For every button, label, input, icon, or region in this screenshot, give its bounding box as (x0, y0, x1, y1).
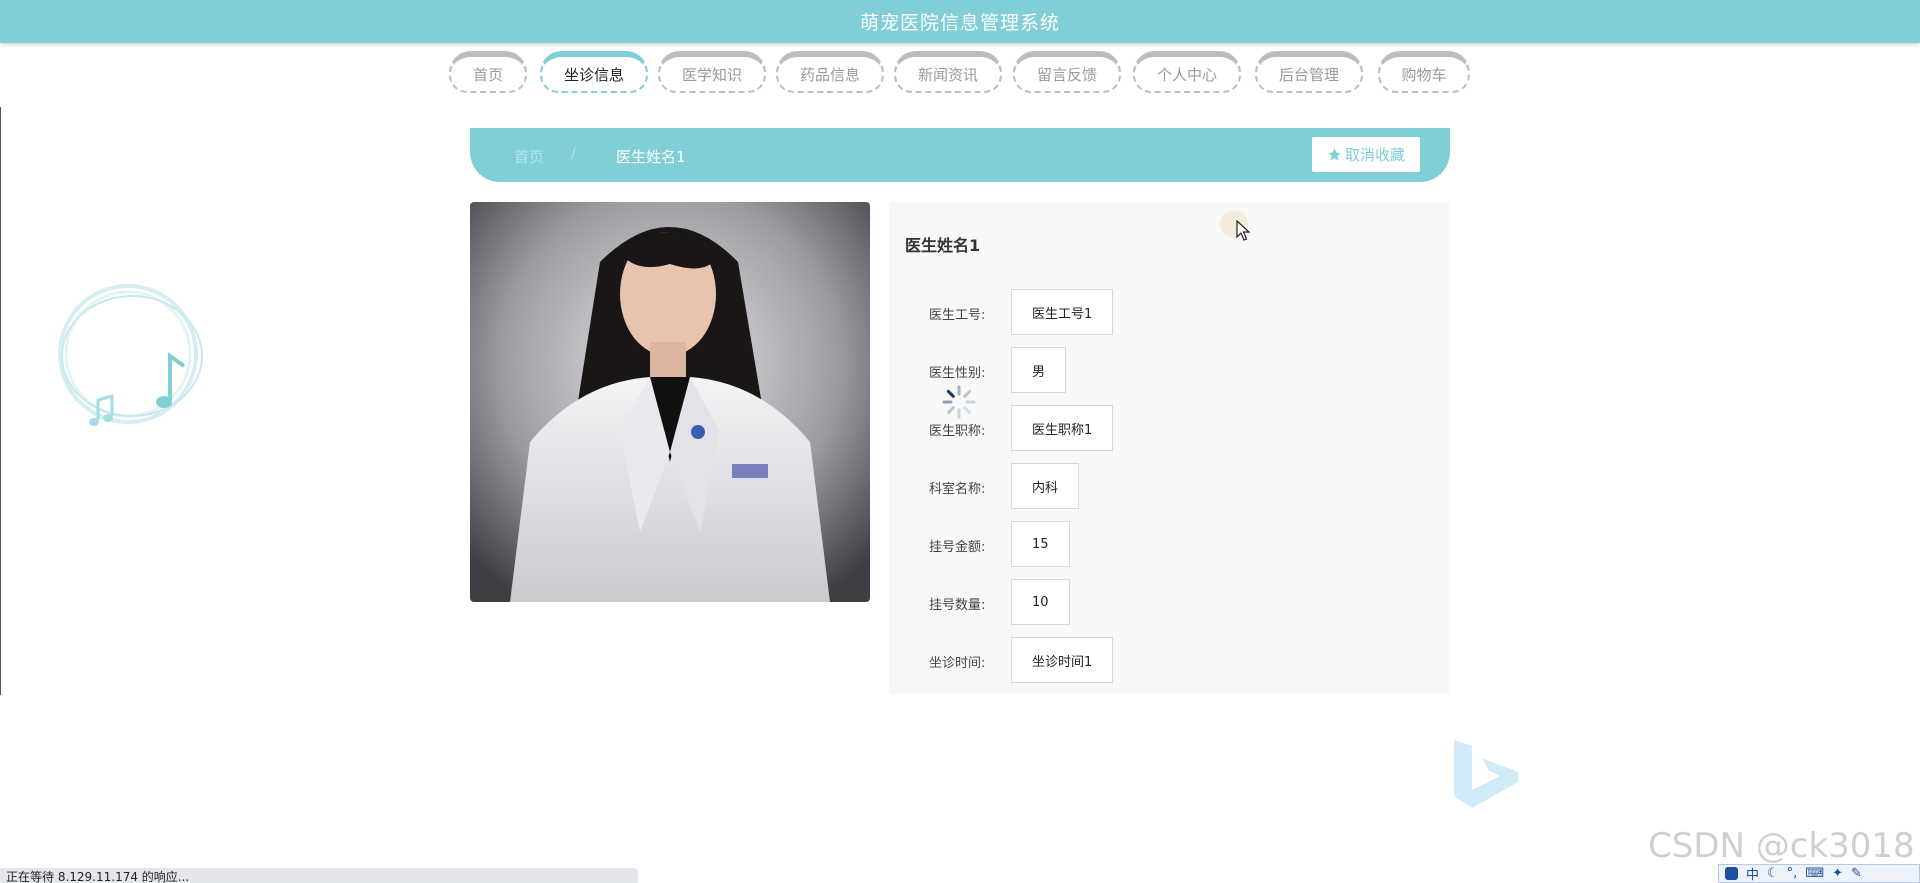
tab-personal-center[interactable]: 个人中心 (1133, 51, 1241, 93)
tab-drug-info[interactable]: 药品信息 (776, 51, 884, 93)
field-value: 男 (1011, 347, 1067, 393)
settings-icon[interactable]: ✦ (1832, 866, 1843, 881)
field-label: 科室名称: (929, 482, 986, 497)
field-value: 内科 (1011, 463, 1080, 509)
doctor-photo (470, 202, 870, 602)
ime-logo-icon[interactable] (1725, 867, 1738, 880)
breadcrumb-separator: / (571, 146, 576, 162)
field-value: 医生工号1 (1011, 289, 1114, 335)
moon-icon[interactable]: ☾ (1767, 866, 1779, 881)
field-value: 15 (1011, 521, 1070, 567)
tab-feedback[interactable]: 留言反馈 (1013, 51, 1121, 93)
field-label: 医生职称: (929, 424, 986, 439)
field-label: 挂号数量: (929, 598, 986, 613)
doctor-detail-panel: 医生姓名1 医生工号: 医生工号1 医生性别: 男 医生职称: 医生职称1 科室… (889, 202, 1450, 694)
field-label: 医生工号: (929, 308, 986, 323)
cancel-favorite-button[interactable]: 取消收藏 (1312, 137, 1420, 172)
punctuation-icon[interactable]: °, (1787, 866, 1798, 881)
field-label: 挂号金额: (929, 540, 986, 555)
tab-clinic-info[interactable]: 坐诊信息 (540, 51, 648, 93)
doctor-name: 医生姓名1 (905, 236, 981, 255)
keyboard-icon[interactable]: ⌨ (1805, 866, 1824, 881)
field-value: 10 (1011, 579, 1070, 625)
field-label: 医生性别: (929, 366, 986, 381)
ime-mode-toggle[interactable]: 中 (1746, 864, 1759, 883)
breadcrumb-current: 医生姓名1 (616, 148, 686, 166)
browser-status-bar: 正在等待 8.129.11.174 的响应... (0, 868, 638, 883)
main-nav: 首页 坐诊信息 医学知识 药品信息 新闻资讯 留言反馈 个人中心 后台管理 购物… (449, 51, 1471, 97)
field-value: 坐诊时间1 (1011, 637, 1114, 683)
loading-spinner-icon (942, 385, 976, 419)
star-icon (1328, 148, 1341, 161)
tab-medical-knowledge[interactable]: 医学知识 (658, 51, 766, 93)
bing-logo-icon (1454, 740, 1518, 808)
tools-icon[interactable]: ✎ (1851, 866, 1862, 881)
site-header: 萌宠医院信息管理系统 (0, 0, 1920, 43)
ime-toolbar[interactable]: 中 ☾ °, ⌨ ✦ ✎ (1718, 864, 1920, 883)
mouse-cursor-icon (1236, 220, 1251, 241)
breadcrumb-home-link[interactable]: 首页 (514, 146, 544, 167)
music-note-icon[interactable] (52, 284, 212, 434)
field-label: 坐诊时间: (929, 656, 986, 671)
tab-cart[interactable]: 购物车 (1378, 51, 1470, 93)
field-value: 医生职称1 (1011, 405, 1114, 451)
tab-home[interactable]: 首页 (449, 51, 527, 93)
watermark-text: CSDN @ck3018 (1648, 826, 1915, 866)
tab-news[interactable]: 新闻资讯 (894, 51, 1002, 93)
tab-admin[interactable]: 后台管理 (1255, 51, 1363, 93)
left-border-line (0, 107, 1, 695)
breadcrumb: 首页 / 医生姓名1 取消收藏 (470, 128, 1450, 182)
site-title: 萌宠医院信息管理系统 (859, 12, 1060, 34)
